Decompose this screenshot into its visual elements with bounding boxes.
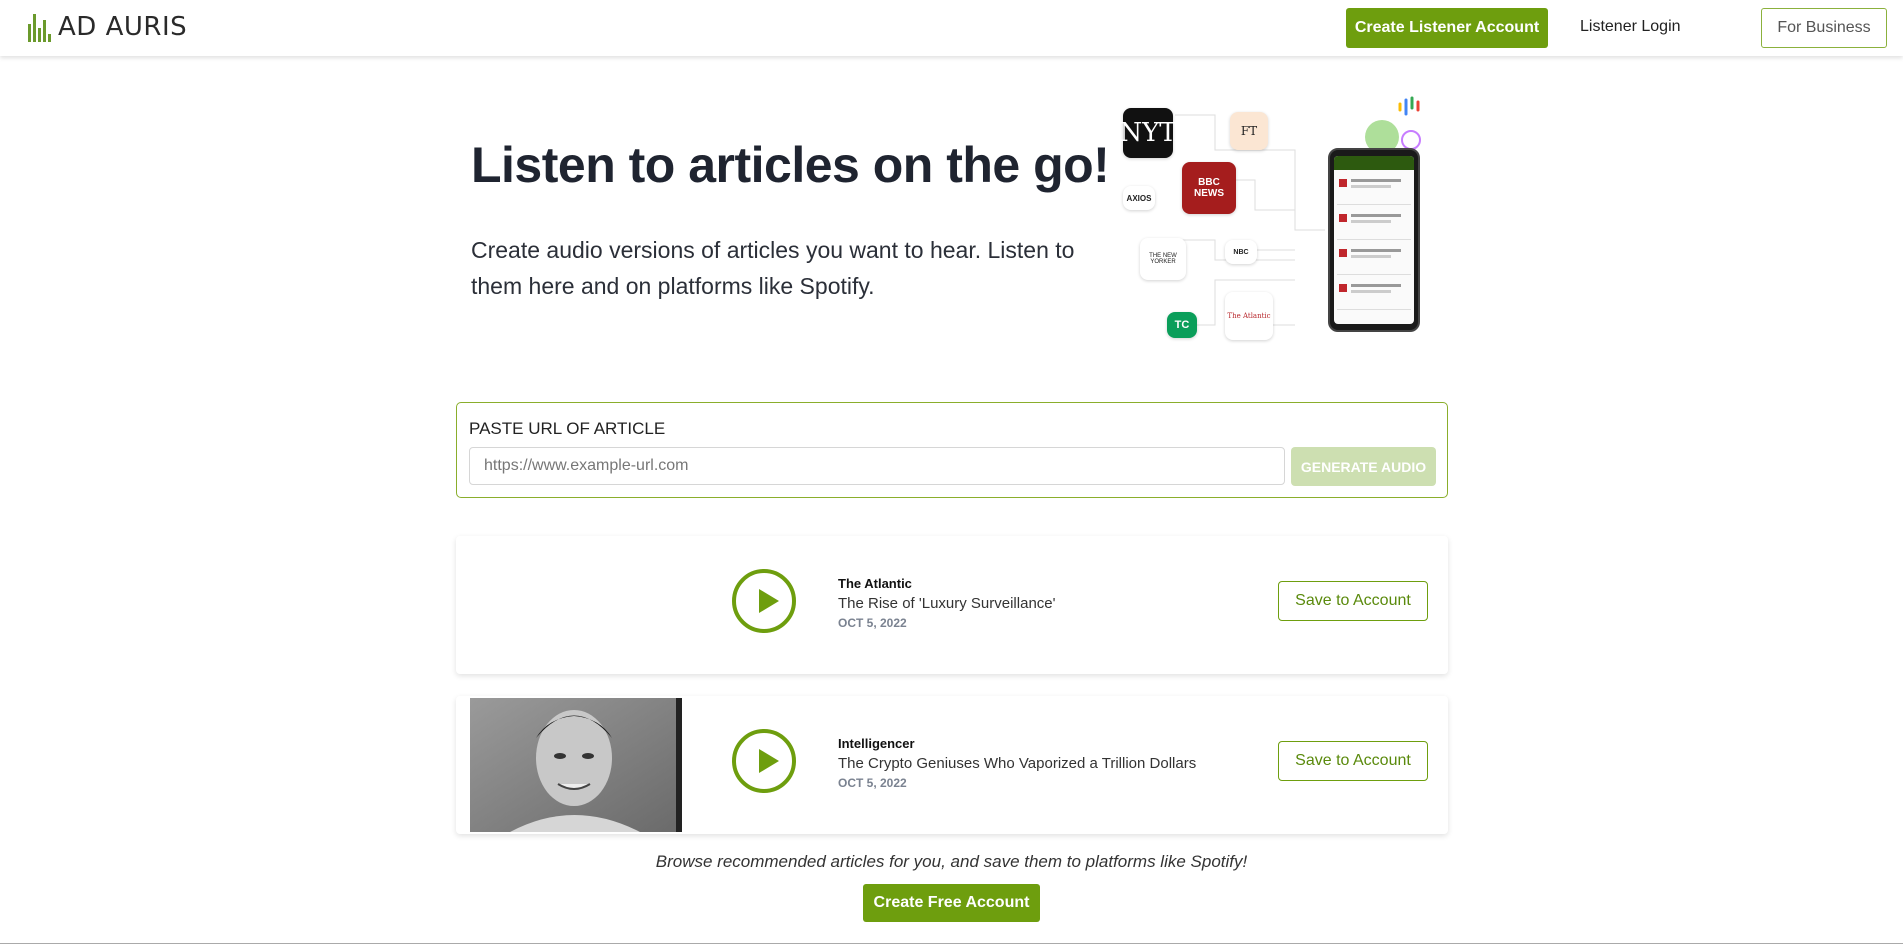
url-form: PASTE URL OF ARTICLE GENERATE AUDIO: [456, 402, 1448, 498]
article-title[interactable]: The Rise of 'Luxury Surveillance': [838, 595, 1056, 612]
article-title[interactable]: The Crypto Geniuses Who Vaporized a Tril…: [838, 755, 1196, 772]
browse-text: Browse recommended articles for you, and…: [655, 852, 1248, 871]
article-date: OCT 5, 2022: [838, 616, 907, 630]
publishers-illustration: NYT FT AXIOS BBC NEWS THE NEW YORKER NBC…: [1115, 90, 1435, 360]
phone-mockup: [1328, 148, 1420, 332]
article-url-input[interactable]: [469, 447, 1285, 485]
create-listener-account-button[interactable]: Create Listener Account: [1346, 8, 1548, 48]
play-icon[interactable]: [732, 729, 796, 793]
new-yorker-logo-icon: THE NEW YORKER: [1140, 238, 1186, 280]
nyt-logo-icon: NYT: [1119, 108, 1177, 158]
atlantic-logo-icon: The Atlantic: [1225, 292, 1273, 340]
phone-screen: [1334, 156, 1414, 324]
logo-bars-icon: [28, 12, 52, 42]
logo-text: AD AURIS: [58, 12, 188, 42]
article-card: The Atlantic The Rise of 'Luxury Surveil…: [456, 536, 1448, 674]
techcrunch-logo-icon: TC: [1167, 312, 1197, 338]
google-podcasts-icon: [1397, 96, 1421, 116]
listener-login-link[interactable]: Listener Login: [1580, 18, 1681, 36]
podcasts-icon: [1401, 130, 1421, 150]
ft-logo-icon: FT: [1230, 112, 1268, 150]
portrait-image: [470, 698, 682, 832]
article-thumbnail: [470, 698, 682, 832]
nbc-logo-icon: NBC: [1225, 240, 1257, 264]
hero-subtitle: Create audio versions of articles you wa…: [471, 237, 1075, 299]
generate-audio-button[interactable]: GENERATE AUDIO: [1291, 447, 1436, 486]
hero-title: Listen to articles on the go!: [471, 137, 1110, 193]
save-to-account-button[interactable]: Save to Account: [1278, 741, 1428, 781]
save-to-account-button[interactable]: Save to Account: [1278, 581, 1428, 621]
url-label: PASTE URL OF ARTICLE: [469, 419, 666, 438]
article-publication: The Atlantic: [838, 576, 912, 591]
play-icon[interactable]: [732, 569, 796, 633]
logo[interactable]: AD AURIS: [28, 12, 187, 42]
divider: [0, 943, 1903, 944]
create-free-account-button[interactable]: Create Free Account: [863, 884, 1040, 922]
article-date: OCT 5, 2022: [838, 776, 907, 790]
axios-logo-icon: AXIOS: [1123, 186, 1155, 210]
article-publication: Intelligencer: [838, 736, 915, 751]
article-card: Intelligencer The Crypto Geniuses Who Va…: [456, 696, 1448, 834]
top-nav: AD AURIS Create Listener Account Listene…: [0, 0, 1903, 56]
for-business-button[interactable]: For Business: [1761, 8, 1887, 48]
bbc-news-logo-icon: BBC NEWS: [1182, 162, 1236, 214]
